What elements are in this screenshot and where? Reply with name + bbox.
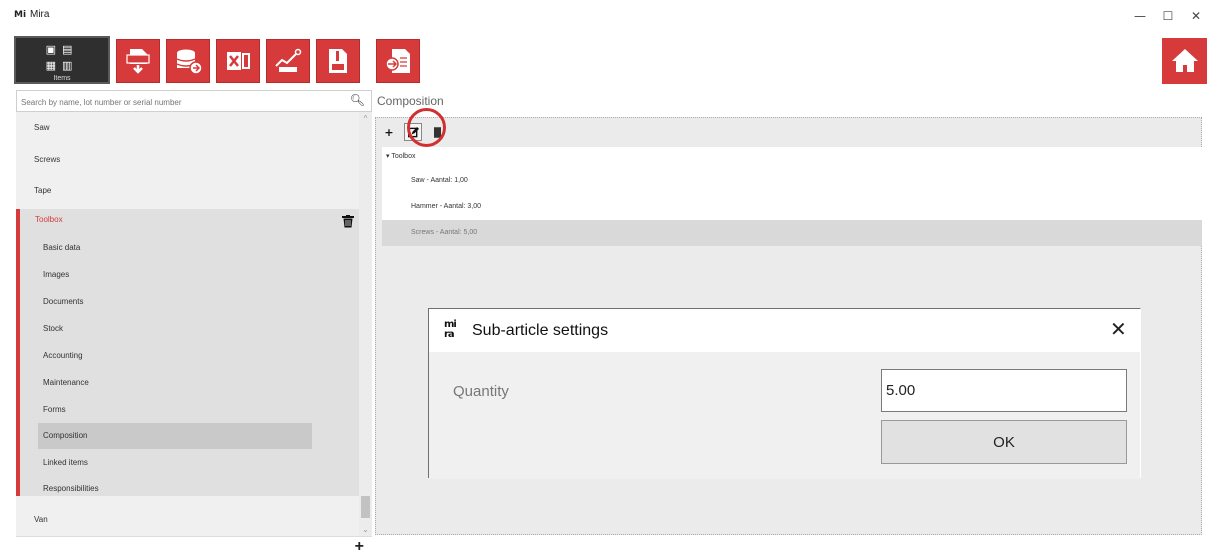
sub-article-settings-dialog: mira Sub-article settings ✕ Quantity OK [428, 308, 1141, 479]
dialog-title: Sub-article settings [472, 322, 609, 339]
tree-child-documents[interactable]: Documents [38, 289, 312, 315]
document-import-button[interactable] [376, 39, 420, 83]
tree-child-maintenance[interactable]: Maintenance [38, 370, 312, 396]
tree-child-forms[interactable]: Forms [38, 397, 312, 423]
scroll-down-icon[interactable]: ⌄ [360, 525, 371, 534]
composition-row[interactable]: Saw - Aantal: 1,00 [382, 168, 1202, 194]
csv-export-icon [126, 49, 150, 74]
composition-root-label: Toolbox [391, 153, 416, 160]
main-toolbar: ▣▤ ▦▥ Items [0, 32, 1207, 90]
tree-item-van[interactable]: Van [16, 504, 359, 531]
items-icon: ▣▤ ▦▥ [45, 43, 79, 72]
search-icon[interactable]: 🔍︎ [350, 93, 365, 107]
items-button[interactable]: ▣▤ ▦▥ Items [14, 36, 110, 84]
csv-export-button[interactable] [116, 39, 160, 83]
window-title: Mira [30, 9, 50, 20]
tree-item-saw[interactable]: Saw [16, 112, 359, 139]
excel-export-button[interactable] [216, 39, 260, 83]
home-button[interactable] [1162, 38, 1207, 84]
tree-child-stock[interactable]: Stock [38, 316, 312, 342]
home-icon [1171, 49, 1198, 72]
tree-child-linked-items[interactable]: Linked items [38, 450, 312, 476]
tree-scrollbar[interactable]: ^ ⌄ [359, 112, 372, 536]
composition-root[interactable]: ▾ Toolbox [386, 152, 415, 160]
excel-icon [227, 52, 250, 70]
quantity-label: Quantity [453, 383, 509, 400]
app-logo: Mi [14, 10, 27, 20]
tree-item-screws[interactable]: Screws [16, 144, 359, 171]
tree-child-responsibilities[interactable]: Responsibilities [38, 476, 312, 502]
toolbox-label[interactable]: Toolbox [35, 215, 63, 224]
tree-child-images[interactable]: Images [38, 262, 312, 288]
close-window-button[interactable]: ✕ [1186, 8, 1206, 24]
items-panel: 🔍︎ Saw Screws Tape Toolbox Basic data Im… [16, 90, 372, 560]
dialog-close-icon[interactable]: ✕ [1110, 317, 1127, 341]
search-box: 🔍︎ [16, 90, 372, 112]
add-subitem-button[interactable]: + [380, 123, 398, 141]
item-tree: Saw Screws Tape Toolbox Basic data Image… [16, 112, 359, 536]
database-import-button[interactable] [166, 39, 210, 83]
statistics-button[interactable] [266, 39, 310, 83]
maximize-button[interactable]: ☐ [1158, 8, 1178, 24]
tree-item-tape[interactable]: Tape [16, 175, 359, 202]
zip-icon [329, 49, 347, 73]
add-item-bar: + [16, 536, 372, 560]
composition-row-selected[interactable]: Screws - Aantal: 5,00 [382, 220, 1202, 246]
trash-icon[interactable] [342, 215, 354, 228]
tree-child-accounting[interactable]: Accounting [38, 343, 312, 369]
zip-export-button[interactable] [316, 39, 360, 83]
tree-item-toolbox[interactable]: Toolbox Basic data Images Documents Stoc… [16, 209, 359, 496]
tree-child-composition[interactable]: Composition [38, 423, 312, 449]
tree-child-basic-data[interactable]: Basic data [38, 235, 312, 261]
database-import-icon [176, 49, 203, 75]
mira-logo: mi ra [444, 319, 457, 340]
composition-row[interactable]: Hammer - Aantal: 3,00 [382, 194, 1202, 220]
ok-button[interactable]: OK [881, 420, 1127, 464]
quantity-input[interactable] [881, 369, 1127, 412]
composition-tree: ▾ Toolbox Saw - Aantal: 1,00 Hammer - Aa… [382, 147, 1202, 246]
scroll-up-icon[interactable]: ^ [360, 114, 371, 123]
add-item-icon[interactable]: + [355, 538, 364, 556]
document-import-icon [385, 49, 410, 73]
minimize-button[interactable]: — [1130, 8, 1150, 24]
composition-title: Composition [377, 94, 444, 108]
title-bar: Mi Mira — ☐ ✕ [0, 0, 1207, 32]
items-label: Items [53, 75, 71, 82]
edit-button-highlight [407, 108, 446, 147]
scroll-thumb[interactable] [361, 496, 370, 518]
search-input[interactable] [21, 94, 341, 110]
dialog-body: Quantity OK [429, 352, 1140, 479]
expand-arrow-icon[interactable]: ▾ [386, 153, 390, 160]
chart-icon [275, 48, 302, 72]
